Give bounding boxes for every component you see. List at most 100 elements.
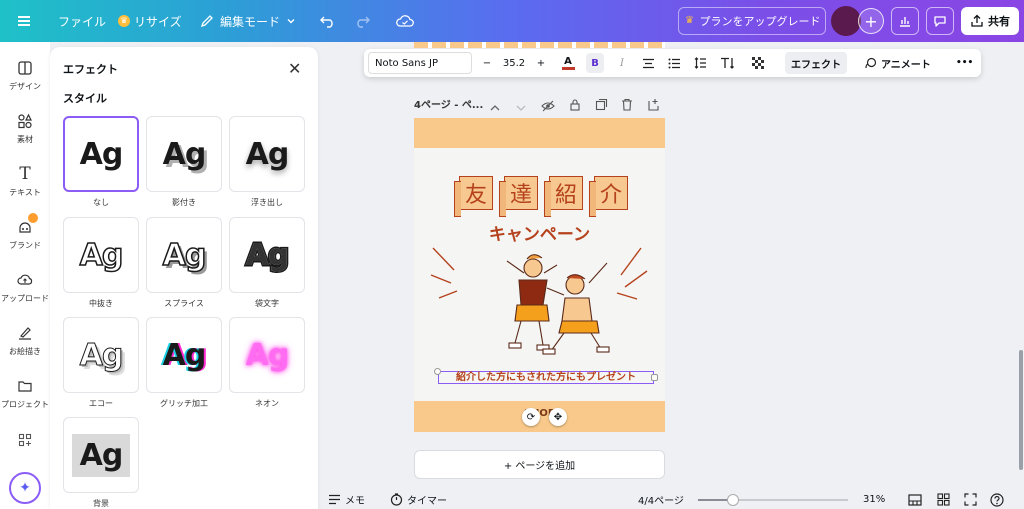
effects-panel: エフェクト ✕ スタイル Ag なし Ag 影付き Ag 浮き出し Ag 中抜き… <box>50 47 318 509</box>
folder-icon <box>15 376 35 396</box>
rail-label: プロジェクト <box>1 400 49 409</box>
style-glitch[interactable]: Ag <box>146 317 222 393</box>
rail-item-apps[interactable] <box>0 430 50 453</box>
style-label: ネオン <box>255 399 279 408</box>
add-page-icon[interactable] <box>647 96 660 115</box>
bottom-bar: メモ タイマー 4/4ページ 31% <box>318 490 1024 509</box>
resize-button[interactable]: ♛ リサイズ <box>118 0 182 42</box>
selected-text-box[interactable]: 紹介した方にもされた方にもプレゼント <box>438 371 654 384</box>
style-label: グリッチ加工 <box>160 399 208 408</box>
text-size-icon[interactable] <box>718 49 736 77</box>
rail-item-projects[interactable]: プロジェクト <box>0 376 50 410</box>
page-down-icon[interactable] <box>515 98 527 117</box>
resize-handle[interactable] <box>651 374 658 381</box>
style-sample: Ag <box>162 337 207 373</box>
add-page-button[interactable]: + ページを追加 <box>414 450 665 479</box>
bold-button[interactable]: B <box>586 53 604 73</box>
resize-handle[interactable] <box>434 368 441 375</box>
font-size-decrease-button[interactable]: − <box>480 49 494 77</box>
page-view-icon[interactable] <box>908 490 922 509</box>
cloud-save-icon[interactable] <box>396 0 414 42</box>
share-icon <box>971 14 983 27</box>
fullscreen-icon[interactable] <box>964 490 977 509</box>
align-center-icon[interactable] <box>640 49 656 77</box>
style-neon[interactable]: Ag <box>229 317 305 393</box>
share-button[interactable]: 共有 <box>961 7 1019 35</box>
timer-icon <box>390 493 403 506</box>
style-label: エコー <box>89 399 113 408</box>
style-shadow[interactable]: Ag <box>146 116 222 192</box>
add-collaborator-button[interactable]: + <box>858 8 884 34</box>
animate-button[interactable]: アニメート <box>864 49 931 77</box>
style-splice[interactable]: Ag <box>146 217 222 293</box>
redo-icon[interactable] <box>354 0 370 42</box>
duplicate-page-icon[interactable] <box>595 96 608 115</box>
style-sample: Ag <box>79 237 124 274</box>
comments-button[interactable] <box>926 7 954 35</box>
design-page[interactable]: 友 達 紹 介 キャンペーン 紹介した方にもされた方にもプレゼント ⟳ ✥ <box>414 118 665 432</box>
rail-item-draw[interactable]: お絵描き <box>0 323 50 357</box>
style-echo[interactable]: Ag <box>63 317 139 393</box>
insights-button[interactable] <box>891 7 919 35</box>
rail-label: デザイン <box>9 82 41 91</box>
design-icon <box>15 58 35 78</box>
file-menu[interactable]: ファイル <box>58 0 106 42</box>
style-background[interactable]: Ag <box>63 417 139 493</box>
page-count[interactable]: 4/4ページ <box>638 490 684 509</box>
dancing-people-illustration[interactable] <box>429 243 651 358</box>
effects-button[interactable]: エフェクト <box>785 52 847 74</box>
zoom-slider-knob[interactable] <box>727 494 739 506</box>
more-options-button[interactable]: ••• <box>956 49 973 77</box>
line-spacing-icon[interactable] <box>692 49 708 77</box>
rotate-icon[interactable]: ⟳ <box>522 408 540 426</box>
page-up-icon[interactable] <box>489 98 501 117</box>
grid-view-icon[interactable] <box>937 490 950 509</box>
transparency-icon[interactable] <box>750 49 766 77</box>
hide-page-icon[interactable] <box>541 97 555 116</box>
text-toolbar: Noto Sans JP − 35.2 + A B I エフェクト アニメート … <box>364 49 981 77</box>
title-char-box: 友 <box>454 176 493 217</box>
style-lift[interactable]: Ag <box>229 116 305 192</box>
zoom-percent[interactable]: 31% <box>863 490 885 509</box>
move-icon[interactable]: ✥ <box>549 408 567 426</box>
close-icon[interactable]: ✕ <box>288 59 301 78</box>
upgrade-label: プランをアップグレード <box>699 15 821 28</box>
zoom-slider[interactable] <box>698 490 848 509</box>
style-outline[interactable]: Ag <box>229 217 305 293</box>
menu-icon[interactable] <box>18 0 30 42</box>
style-label: 背景 <box>93 499 109 508</box>
list-icon[interactable] <box>666 49 682 77</box>
undo-icon[interactable] <box>320 0 336 42</box>
font-size-increase-button[interactable]: + <box>534 49 548 77</box>
magic-assistant-icon[interactable]: ✦ <box>9 472 41 504</box>
left-rail: デザイン 素材 T テキスト ブランド アップロード お絵描き プロジェクト ✦ <box>0 42 50 509</box>
font-family-select[interactable]: Noto Sans JP <box>368 52 472 74</box>
timer-button[interactable]: タイマー <box>390 490 447 509</box>
notes-button[interactable]: メモ <box>328 490 365 509</box>
lock-icon[interactable] <box>569 96 581 115</box>
upgrade-button[interactable]: ♛ プランをアップグレード <box>678 7 826 35</box>
rail-item-upload[interactable]: アップロード <box>0 270 50 304</box>
campaign-heading[interactable]: キャンペーン <box>414 220 665 245</box>
font-size-input[interactable]: 35.2 <box>500 49 528 77</box>
canvas-scrollbar[interactable] <box>1019 350 1023 470</box>
style-label: なし <box>93 198 109 207</box>
delete-page-icon[interactable] <box>621 96 633 115</box>
text-color-letter: A <box>564 56 572 67</box>
page-title[interactable]: 4ページ - ペ... <box>414 100 483 111</box>
help-icon[interactable] <box>990 490 1004 509</box>
rail-item-design[interactable]: デザイン <box>0 58 50 92</box>
italic-button[interactable]: I <box>615 49 629 77</box>
avatar[interactable] <box>831 6 861 36</box>
upload-icon <box>15 270 35 290</box>
rail-item-text[interactable]: T テキスト <box>0 164 50 198</box>
style-hollow[interactable]: Ag <box>63 217 139 293</box>
crown-icon: ♛ <box>118 15 130 27</box>
top-bar: ファイル ♛ リサイズ 編集モード ♛ プランをアップグレード + 共有 <box>0 0 1024 42</box>
text-color-button[interactable]: A <box>560 49 576 77</box>
edit-mode-dropdown[interactable]: 編集モード <box>200 0 296 42</box>
rail-item-elements[interactable]: 素材 <box>0 111 50 145</box>
rail-label: お絵描き <box>9 347 41 356</box>
style-none[interactable]: Ag <box>63 116 139 192</box>
rail-item-brand[interactable]: ブランド <box>0 213 50 251</box>
